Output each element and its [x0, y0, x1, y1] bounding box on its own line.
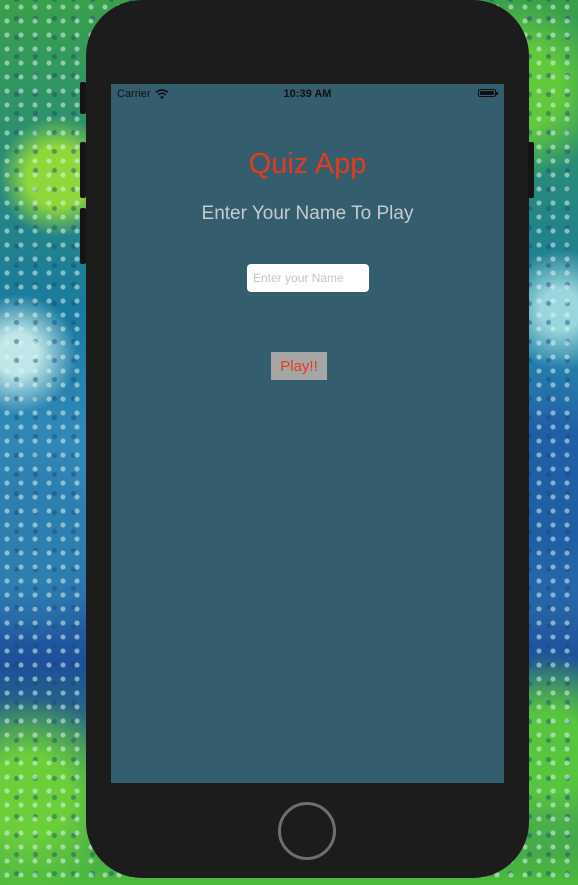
- clock: 10:39 AM: [283, 88, 332, 100]
- instruction-label: Enter Your Name To Play: [201, 203, 414, 224]
- mute-switch: [80, 82, 86, 114]
- app-title: Quiz App: [248, 148, 367, 180]
- status-bar: Carrier 10:39 AM: [111, 84, 504, 104]
- name-input[interactable]: [247, 264, 369, 292]
- play-button[interactable]: Play!!: [271, 352, 327, 380]
- power-button: [528, 142, 534, 198]
- home-button[interactable]: [278, 802, 336, 860]
- battery-icon: [478, 89, 498, 97]
- volume-down-button: [80, 208, 86, 264]
- app-screen: Carrier 10:39 AM Quiz App Enter Your Nam…: [111, 84, 504, 783]
- volume-up-button: [80, 142, 86, 198]
